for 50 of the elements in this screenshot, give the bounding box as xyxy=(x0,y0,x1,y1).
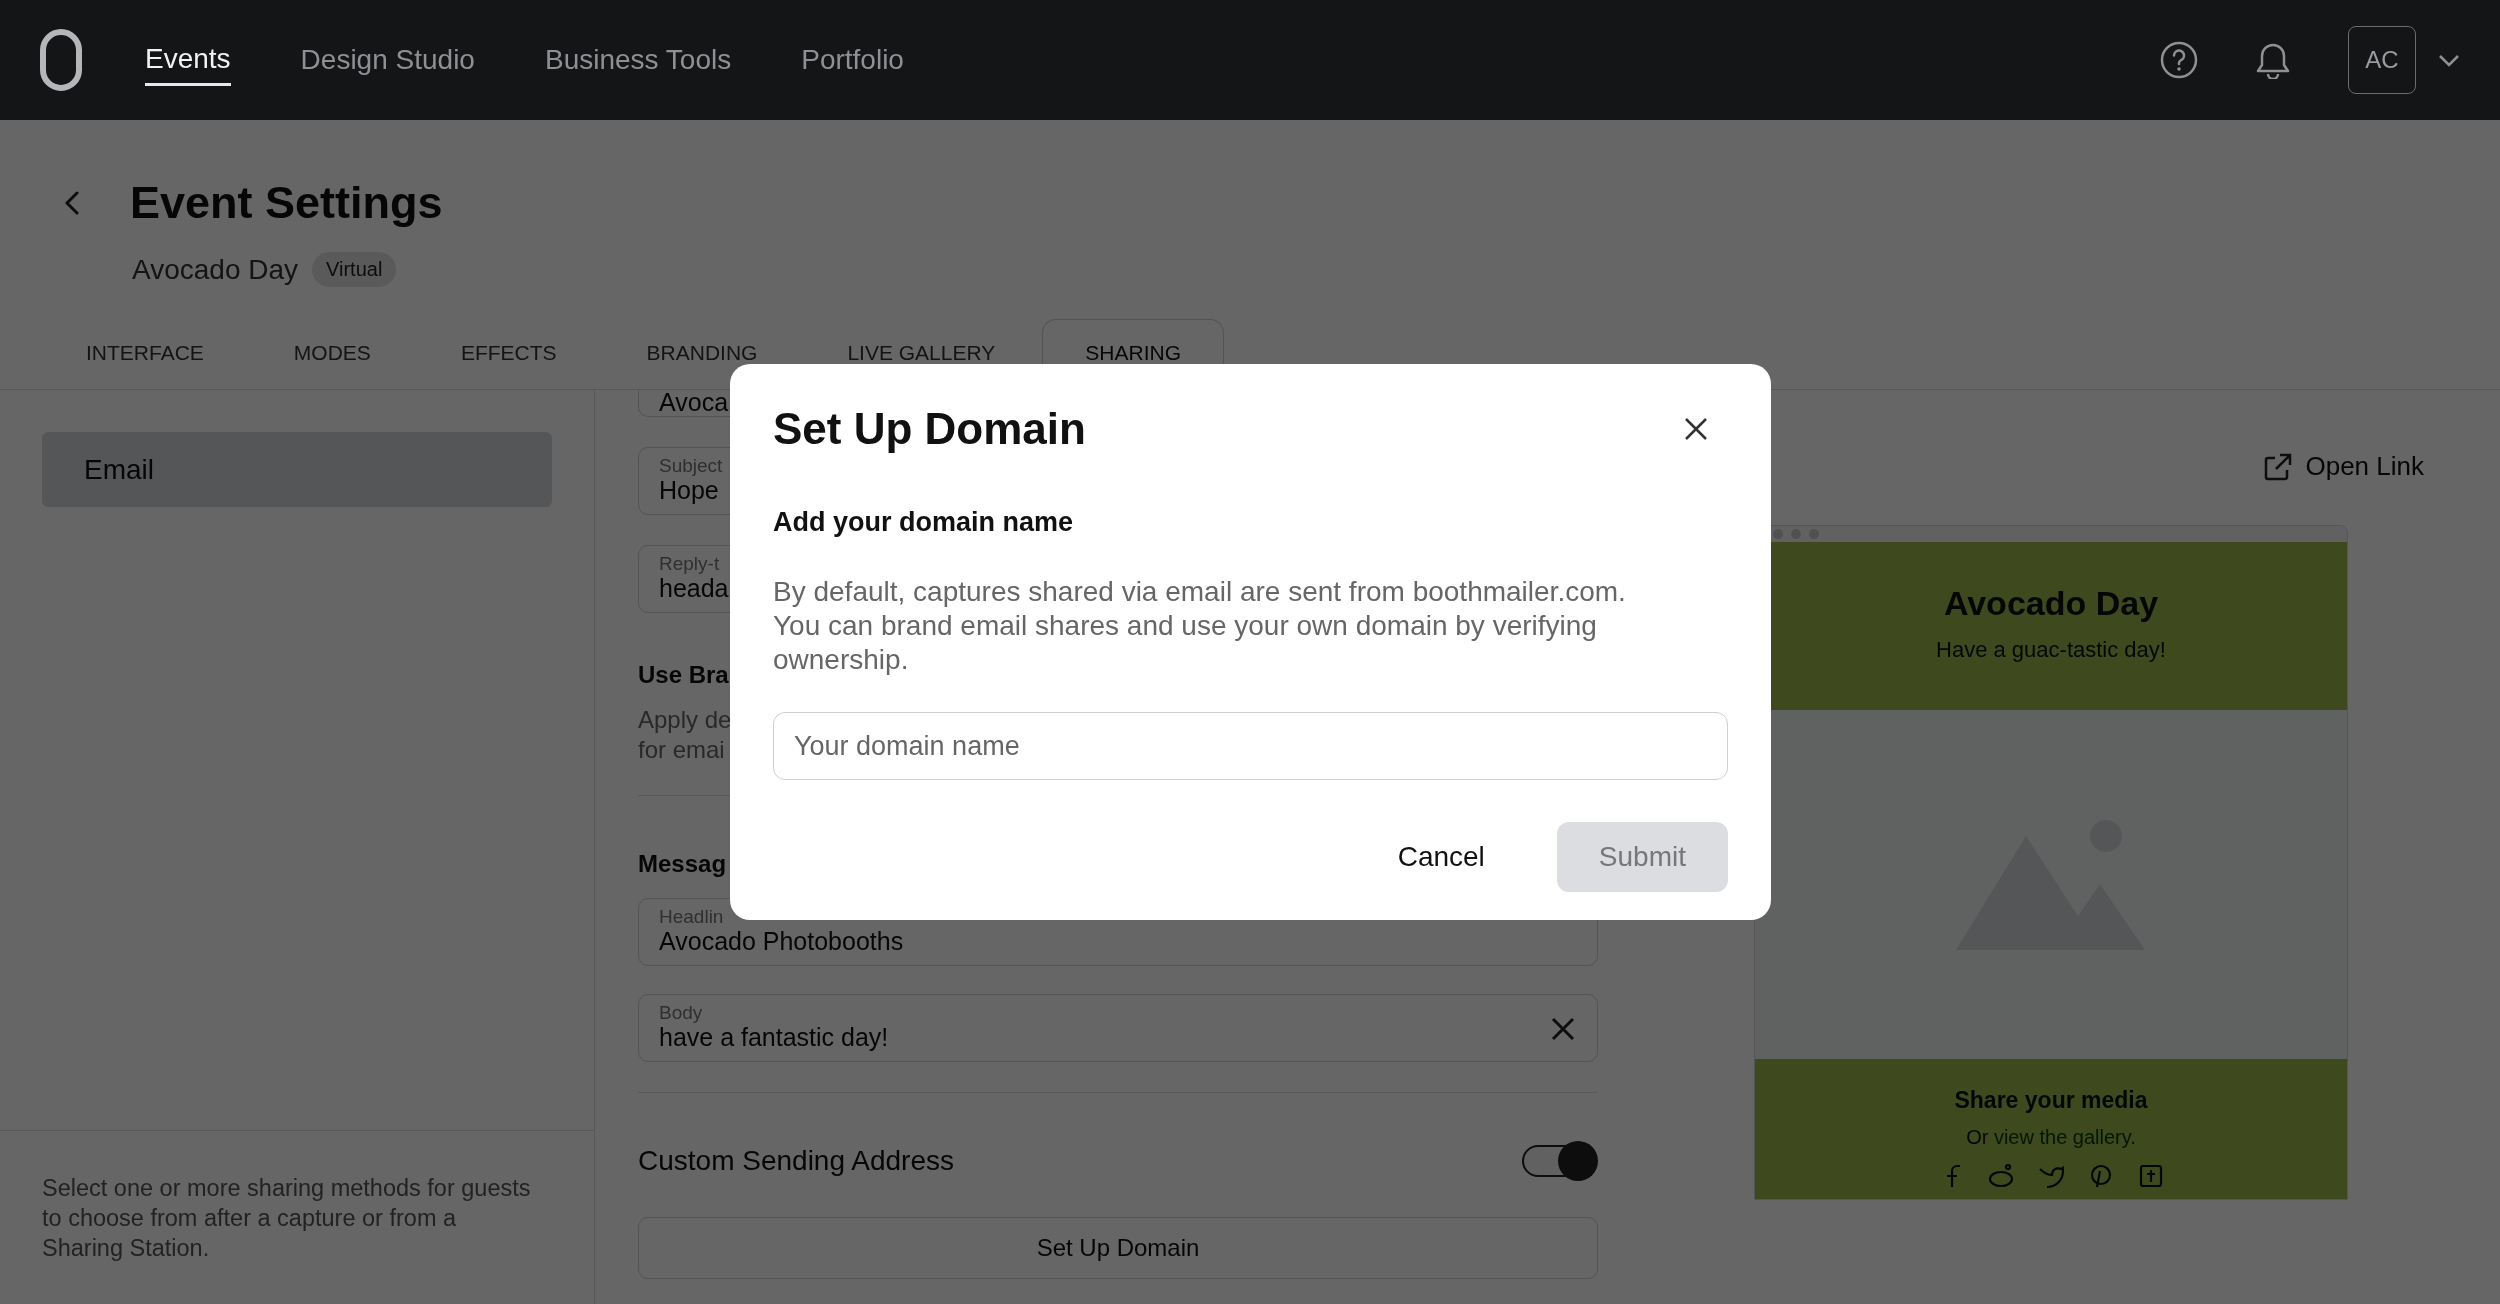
open-link-button[interactable]: Open Link xyxy=(2257,450,2430,483)
share-heading: Share your media xyxy=(1954,1087,2148,1114)
nav-tab[interactable]: Portfolio xyxy=(766,0,939,120)
help-text: Select one or more sharing methods for guests to choose from after a capture or from a Sharing Station. xyxy=(42,1174,532,1263)
toggle-switch[interactable] xyxy=(1522,1141,1598,1181)
bell-icon[interactable] xyxy=(2256,41,2290,79)
section-heading: Use Bra xyxy=(638,660,729,690)
logo-icon[interactable] xyxy=(40,29,82,91)
section-heading: Messag xyxy=(638,849,727,879)
nav-tab[interactable]: Events xyxy=(110,0,266,120)
section-description: Apply de xyxy=(638,705,732,735)
settings-tab[interactable]: MODES xyxy=(250,319,414,389)
dialog-subtitle: Add your domain name xyxy=(773,507,1075,538)
chevron-down-icon[interactable] xyxy=(2438,53,2460,67)
dialog-title: Set Up Domain xyxy=(773,404,1086,454)
field-value: have a fantastic day! xyxy=(659,1023,889,1051)
section-description: for emai xyxy=(638,735,725,765)
social-icon[interactable] xyxy=(2038,1163,2064,1189)
social-icon[interactable] xyxy=(1988,1163,2014,1189)
settings-tab[interactable]: EFFECTS xyxy=(417,319,600,389)
preview-tagline: Have a guac-tastic day! xyxy=(1936,637,2166,663)
settings-tab[interactable]: BRANDING xyxy=(603,319,801,389)
settings-tab[interactable]: LIVE GALLERY xyxy=(804,319,1039,389)
nav-tab[interactable]: Design Studio xyxy=(265,0,510,120)
domain-input[interactable]: Your domain name xyxy=(773,712,1728,780)
cancel-button[interactable]: Cancel xyxy=(1355,822,1527,892)
avatar[interactable]: AC xyxy=(2348,26,2416,94)
event-type-badge: Virtual xyxy=(312,252,397,287)
share-text: Or view the gallery. xyxy=(1966,1126,2136,1149)
sidebar-item[interactable]: Email xyxy=(42,432,552,507)
field-value: heada xyxy=(659,574,729,602)
dialog-description: You can brand email shares and use your own domain by verifying ownership. xyxy=(773,609,1598,677)
field-value: Hope xyxy=(659,476,719,504)
nav-tab[interactable]: Business Tools xyxy=(509,0,767,120)
page-title: Event Settings xyxy=(130,177,443,229)
event-name: Avocado Day xyxy=(132,253,299,286)
setting-label: Custom Sending Address xyxy=(638,1145,954,1177)
preview-title: Avocado Day xyxy=(1943,584,2159,623)
setup-domain-button[interactable]: Set Up Domain xyxy=(638,1217,1598,1279)
field-value: Avoca xyxy=(659,390,729,414)
social-icon[interactable] xyxy=(2088,1163,2114,1189)
field-value: Avocado Photobooths xyxy=(659,927,904,955)
dialog-description: By default, captures shared via email are sent from boothmailer.com. xyxy=(773,575,1627,609)
close-icon[interactable] xyxy=(1684,417,1708,441)
external-link-icon xyxy=(2263,451,2294,482)
help-icon[interactable] xyxy=(2160,41,2198,79)
gallery-link[interactable]: view the gallery. xyxy=(1993,1126,2136,1148)
settings-tab[interactable]: INTERFACE xyxy=(43,319,247,389)
social-icon[interactable] xyxy=(2138,1163,2164,1189)
clear-icon[interactable] xyxy=(1551,1017,1575,1041)
